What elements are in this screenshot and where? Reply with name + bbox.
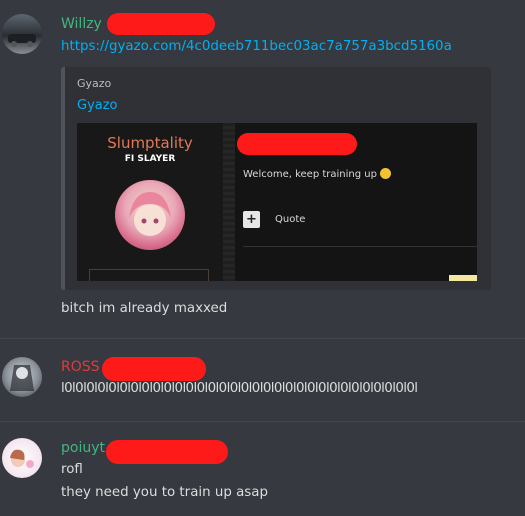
message-text: rofl (61, 462, 83, 477)
gyazo-link[interactable]: https://gyazo.com/4c0deeb711bec03ac7a757… (61, 39, 452, 54)
redaction-mark (237, 133, 357, 155)
username[interactable]: Willzy (61, 15, 102, 33)
quote-label: Quote (275, 214, 306, 225)
redaction-mark (102, 357, 206, 381)
message-ross: ROSS l0l0l0l0l0l0l0l0l0l0l0l0l0l0l0l0l0l… (0, 340, 525, 420)
redaction-mark (106, 440, 228, 464)
yellow-bar (449, 275, 477, 281)
profile-avatar (115, 180, 185, 250)
link-embed: Gyazo Gyazo Slumptality FI SLAYER Welcom… (61, 67, 491, 290)
message-text: they need you to train up asap (61, 485, 268, 500)
profile-box (89, 269, 209, 281)
avatar[interactable] (2, 14, 42, 54)
divider (243, 246, 477, 247)
divider (0, 338, 525, 339)
welcome-text: Welcome, keep training up (243, 168, 391, 180)
character-icon (10, 365, 34, 391)
anime-avatar-icon (129, 192, 171, 236)
message-poiuyt: poiuyt rofl they need you to train up as… (0, 423, 525, 516)
embed-title[interactable]: Gyazo (77, 98, 118, 113)
column-separator (223, 123, 235, 281)
profile-name: Slumptality (107, 134, 193, 152)
message-text: l0l0l0l0l0l0l0l0l0l0l0l0l0l0l0l0l0l0l0l0… (61, 381, 418, 396)
username[interactable]: poiuyt (61, 439, 105, 457)
smiley-icon (379, 168, 391, 179)
embed-image[interactable]: Slumptality FI SLAYER Welcome, keep trai… (77, 123, 477, 281)
profile-title: FI SLAYER (124, 154, 176, 164)
message-text: bitch im already maxxed (61, 301, 228, 316)
avatar[interactable] (2, 438, 42, 478)
car-icon (8, 34, 36, 47)
embed-provider[interactable]: Gyazo (77, 77, 111, 90)
avatar[interactable] (2, 357, 42, 397)
profile-panel: Slumptality FI SLAYER (77, 123, 223, 281)
plus-icon: + (243, 211, 260, 228)
redaction-mark (107, 13, 215, 35)
divider (0, 421, 525, 422)
cute-character-icon (10, 449, 34, 468)
username[interactable]: ROSS (61, 358, 100, 376)
message-willzy: Willzy https://gyazo.com/4c0deeb711bec03… (0, 0, 525, 330)
